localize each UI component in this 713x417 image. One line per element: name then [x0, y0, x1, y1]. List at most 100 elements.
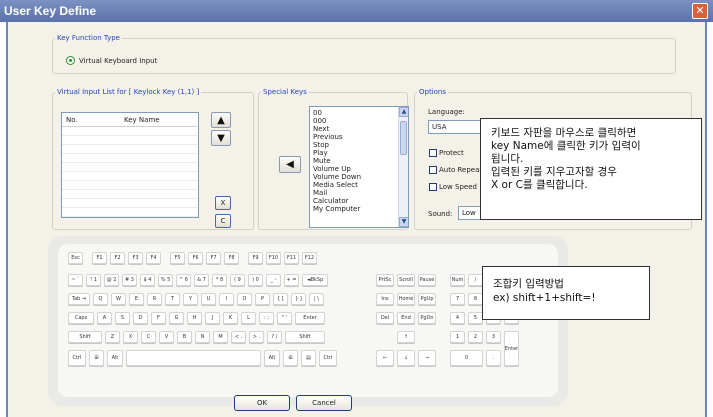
keyboard-key[interactable]: F4 — [146, 252, 161, 264]
keyboard-key[interactable]: 4 — [450, 312, 465, 324]
keyboard-key[interactable]: & 7 — [194, 274, 209, 286]
move-down-button[interactable]: ▼ — [211, 130, 231, 146]
protect-checkbox[interactable]: Protect — [429, 149, 464, 157]
keyboard-key[interactable]: M — [213, 331, 228, 343]
delete-key-button[interactable]: X — [215, 196, 231, 210]
keyboard-key[interactable]: X — [123, 331, 138, 343]
keyboard-key[interactable]: G — [169, 312, 184, 324]
keyboard-key[interactable]: ^ 6 — [176, 274, 191, 286]
keyboard-key[interactable]: Esc — [68, 252, 83, 264]
keyboard-key[interactable]: Shift — [285, 331, 325, 343]
keyboard-key[interactable]: * 8 — [212, 274, 227, 286]
low-speed-checkbox[interactable]: Low Speed — [429, 183, 477, 191]
scroll-down-button[interactable]: ▼ — [399, 217, 408, 227]
arrow-up-key[interactable]: ↑ — [397, 331, 415, 343]
keyboard-key[interactable]: $ 4 — [140, 274, 155, 286]
keyboard-key[interactable]: Pause — [418, 274, 436, 286]
keyboard-key[interactable]: ⊞ — [283, 350, 298, 366]
keyboard-key[interactable]: Tab ⇥ — [68, 293, 90, 305]
keyboard-key[interactable]: Alt — [107, 350, 123, 366]
keyboard-key[interactable]: # 3 — [122, 274, 137, 286]
keyboard-key[interactable]: 3 — [486, 331, 501, 343]
table-row[interactable] — [62, 136, 198, 145]
keyboard-key[interactable]: D — [133, 312, 148, 324]
keyboard-key[interactable]: PrtSc — [376, 274, 394, 286]
keyboard-key[interactable]: ◄BkSp — [302, 274, 328, 286]
keyboard-key[interactable]: ( 9 — [230, 274, 245, 286]
keyboard-key[interactable]: Caps — [68, 312, 94, 324]
special-key-item[interactable]: 000 — [313, 117, 405, 125]
special-key-item[interactable]: Play — [313, 149, 405, 157]
table-row[interactable] — [62, 199, 198, 208]
keyboard-key[interactable]: Ctrl — [68, 350, 86, 366]
virtual-keyboard-radio-row[interactable]: Virtual Keyboard Input — [66, 56, 157, 65]
keyboard-key[interactable]: V — [159, 331, 174, 343]
keyboard-key[interactable]: F1 — [92, 252, 107, 264]
keyboard-key[interactable]: Alt — [264, 350, 280, 366]
special-key-item[interactable]: Next — [313, 125, 405, 133]
keyboard-key[interactable]: % 5 — [158, 274, 173, 286]
keyboard-key[interactable]: 7 — [450, 293, 465, 305]
numpad-enter-key[interactable]: Enter — [504, 331, 519, 366]
add-special-key-button[interactable]: ◀ — [279, 156, 301, 173]
keyboard-key[interactable]: ▤ — [301, 350, 316, 366]
arrow-left-key[interactable]: ← — [376, 350, 394, 366]
keyboard-key[interactable]: F2 — [110, 252, 125, 264]
table-row[interactable] — [62, 145, 198, 154]
keyboard-key[interactable]: F11 — [284, 252, 299, 264]
keyboard-key[interactable]: ) 0 — [248, 274, 263, 286]
space-key[interactable] — [126, 350, 261, 366]
keyboard-key[interactable]: Shift — [68, 331, 102, 343]
auto-repeat-box[interactable] — [429, 166, 437, 174]
keyboard-key[interactable]: S — [115, 312, 130, 324]
keyboard-key[interactable]: PgUp — [418, 293, 436, 305]
keyboard-key[interactable]: ⊞ — [89, 350, 104, 366]
keyboard-key[interactable]: 8 — [468, 293, 483, 305]
keyboard-key[interactable]: 0 — [450, 350, 483, 366]
keyboard-key[interactable]: U — [201, 293, 216, 305]
special-key-item[interactable]: 00 — [313, 109, 405, 117]
protect-box[interactable] — [429, 149, 437, 157]
keyboard-key[interactable]: } ] — [291, 293, 306, 305]
keyboard-key[interactable]: K — [223, 312, 238, 324]
special-key-item[interactable]: Media Select — [313, 181, 405, 189]
keyboard-key[interactable]: Y — [183, 293, 198, 305]
keyboard-key[interactable]: Home — [397, 293, 415, 305]
keyboard-key[interactable]: L — [241, 312, 256, 324]
keyboard-key[interactable]: @ 2 — [104, 274, 119, 286]
keyboard-key[interactable]: F7 — [206, 252, 221, 264]
keyboard-key[interactable]: E — [129, 293, 144, 305]
table-row[interactable] — [62, 181, 198, 190]
special-key-item[interactable]: Mail — [313, 189, 405, 197]
keyboard-key[interactable]: | \ — [309, 293, 324, 305]
special-key-item[interactable]: Volume Up — [313, 165, 405, 173]
keyboard-key[interactable]: 5 — [468, 312, 483, 324]
keyboard-key[interactable]: F12 — [302, 252, 317, 264]
arrow-right-key[interactable]: → — [418, 350, 436, 366]
move-up-button[interactable]: ▲ — [211, 112, 231, 128]
keyboard-key[interactable]: C — [141, 331, 156, 343]
keyboard-key[interactable]: F5 — [170, 252, 185, 264]
keyboard-key[interactable]: Del — [376, 312, 394, 324]
close-button[interactable]: ✕ — [692, 3, 708, 19]
special-key-item[interactable]: Volume Down — [313, 173, 405, 181]
table-row[interactable] — [62, 127, 198, 136]
keyboard-key[interactable]: ~ ` — [68, 274, 83, 286]
keyboard-key[interactable]: Enter — [295, 312, 325, 324]
keyboard-key[interactable]: O — [237, 293, 252, 305]
keyboard-key[interactable]: W — [111, 293, 126, 305]
keyboard-key[interactable]: F9 — [248, 252, 263, 264]
keyboard-key[interactable]: A — [97, 312, 112, 324]
keyboard-key[interactable]: B — [177, 331, 192, 343]
keyboard-key[interactable]: > . — [249, 331, 264, 343]
keyboard-key[interactable]: Q — [93, 293, 108, 305]
keyboard-key[interactable]: Z — [105, 331, 120, 343]
scroll-up-button[interactable]: ▲ — [399, 107, 408, 117]
table-row[interactable] — [62, 154, 198, 163]
keyboard-key[interactable]: R — [147, 293, 162, 305]
keyboard-key[interactable]: T — [165, 293, 180, 305]
keyboard-key[interactable]: F3 — [128, 252, 143, 264]
low-speed-box[interactable] — [429, 183, 437, 191]
auto-repeat-checkbox[interactable]: Auto Repeat — [429, 166, 482, 174]
special-key-item[interactable]: Previous — [313, 133, 405, 141]
